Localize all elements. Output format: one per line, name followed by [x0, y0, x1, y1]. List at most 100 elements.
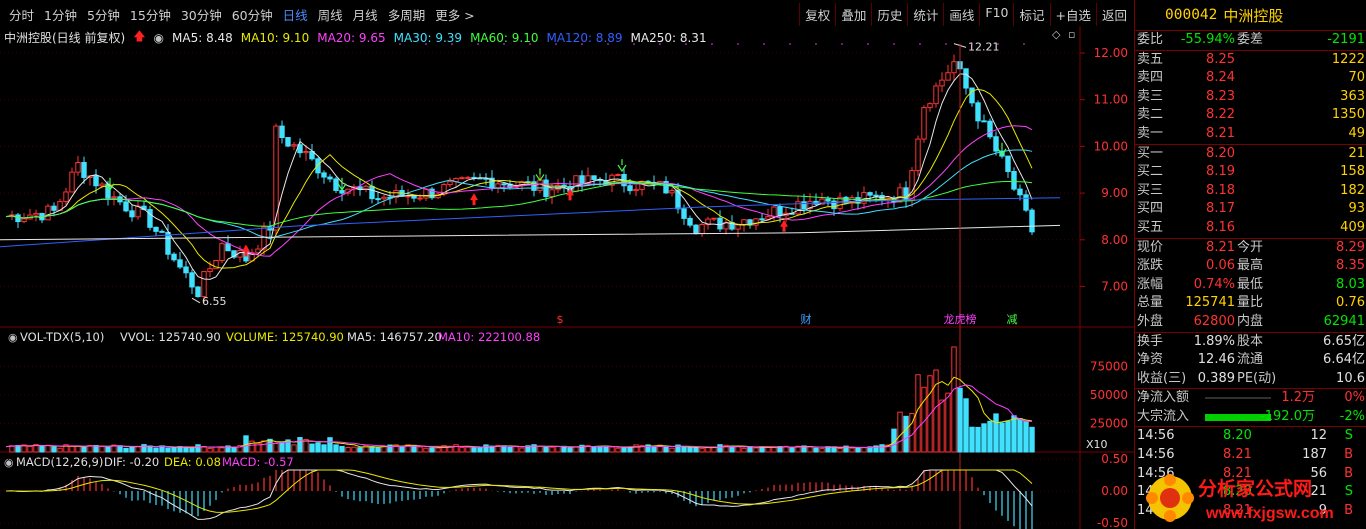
row-value: 0.389: [1197, 370, 1235, 386]
event-marker[interactable]: $: [557, 313, 564, 326]
candle-body: [423, 188, 429, 199]
candle-body: [111, 196, 117, 199]
candle-body: [993, 136, 999, 152]
sell-level: 卖三 8.23 363: [1135, 88, 1366, 107]
macd-legend-item: DIF: -0.20: [104, 455, 159, 469]
event-marker[interactable]: 减: [1007, 313, 1018, 326]
price-tick-label: 11.00: [1094, 93, 1128, 107]
candle-body: [69, 171, 75, 193]
row-value: 10.6: [1336, 370, 1365, 386]
toolbar-button[interactable]: 画线: [943, 3, 979, 26]
row-value: 8.19: [1206, 164, 1235, 180]
settings-circle-icon[interactable]: ◉: [154, 31, 164, 45]
row-value: 8.03: [1336, 276, 1365, 292]
row-label: 内盘: [1237, 313, 1264, 329]
diamond-icon[interactable]: ◇: [1052, 28, 1061, 41]
weicha-value: -2191: [1327, 32, 1365, 47]
candle-body: [411, 195, 417, 199]
tick-volume: 12: [1310, 428, 1327, 444]
chart-title: 中洲控股(日线 前复权): [4, 31, 126, 45]
candle-body: [177, 259, 183, 268]
event-marker[interactable]: 财: [801, 312, 812, 326]
period-tab[interactable]: 日线: [278, 5, 313, 24]
candle-body: [579, 175, 585, 185]
volume-bar: [975, 426, 981, 453]
period-tab[interactable]: 更多 >: [430, 5, 479, 24]
toolbar-button[interactable]: +自选: [1049, 3, 1096, 26]
toolbar-button[interactable]: 统计: [907, 3, 943, 26]
vol-tick-label: 75000: [1090, 359, 1128, 373]
candle-body: [21, 218, 27, 223]
volume-bar: [345, 446, 351, 453]
quote-stat-row: 现价 8.21 今开 8.29: [1135, 239, 1366, 258]
period-tab[interactable]: 30分钟: [176, 5, 227, 24]
macd-legend-item: MACD: -0.57: [222, 455, 294, 469]
candle-body: [549, 189, 555, 197]
candle-body: [693, 224, 699, 235]
row-value: 8.18: [1206, 182, 1235, 198]
candle-body: [189, 272, 195, 288]
row-value: 363: [1340, 88, 1365, 104]
vol-unit-label: X10: [1086, 438, 1108, 451]
row-label: 买四: [1137, 201, 1164, 217]
toolbar-button[interactable]: 标记: [1013, 3, 1049, 26]
toolbar-button[interactable]: 叠加: [835, 3, 871, 26]
volume-bar: [333, 444, 339, 453]
volume-bar: [933, 369, 939, 453]
volume-bar: [399, 446, 405, 453]
row-label: 卖四: [1137, 70, 1164, 86]
volume-bar: [741, 447, 747, 453]
flow-value: -192.0万: [1260, 408, 1315, 424]
toolbar-button[interactable]: F10: [979, 3, 1013, 26]
macd-settings-icon[interactable]: ◉: [4, 456, 14, 469]
volume-bar: [417, 446, 423, 453]
price-tick-label: 10.00: [1094, 139, 1128, 153]
quote-panel: 000042 中洲控股 委比 -55.94% 委差 -2191 卖五 8.25 12…: [1134, 0, 1366, 529]
period-tab[interactable]: 分时: [4, 5, 39, 24]
period-tab[interactable]: 15分钟: [125, 5, 176, 24]
expand-icon[interactable]: ▫: [1068, 28, 1075, 41]
volume-bar: [351, 446, 357, 453]
row-label: 收益(三): [1137, 370, 1187, 386]
candle-body: [669, 189, 675, 194]
volume-bar: [687, 447, 693, 453]
period-tab[interactable]: 多周期: [383, 5, 431, 24]
flow-value: 1.2万: [1281, 390, 1315, 406]
flow-bar: [1205, 397, 1271, 400]
toolbar-button[interactable]: 历史: [871, 3, 907, 26]
weibi-row: 委比 -55.94% 委差 -2191: [1135, 31, 1366, 51]
candle-body: [207, 268, 213, 273]
candle-body: [777, 206, 783, 217]
vol-settings-icon[interactable]: ◉: [8, 331, 18, 344]
period-tab[interactable]: 1分钟: [39, 5, 82, 24]
volume-bar: [627, 446, 633, 453]
volume-bar: [327, 437, 333, 453]
row-value: 0.74%: [1193, 276, 1235, 292]
period-tab[interactable]: 月线: [348, 5, 383, 24]
row-label: 涨跌: [1137, 258, 1164, 274]
volume-bar: [69, 445, 75, 453]
event-marker[interactable]: 龙虎榜: [944, 312, 977, 326]
low-label: 6.55: [202, 295, 227, 308]
candle-body: [417, 197, 423, 200]
candle-body: [159, 230, 165, 233]
candle-body: [501, 183, 507, 186]
toolbar-button[interactable]: 复权: [799, 3, 835, 26]
period-tab[interactable]: 周线: [313, 5, 348, 24]
volume-bar: [279, 442, 285, 453]
tick-row: 14:56 8.20 12 S: [1135, 427, 1366, 446]
toolbar-button[interactable]: 返回: [1095, 3, 1132, 26]
price-tick-label: 9.00: [1101, 186, 1128, 200]
row-value: 182: [1340, 182, 1365, 198]
row-value: 0.06: [1206, 258, 1235, 274]
period-tab[interactable]: 60分钟: [227, 5, 278, 24]
candle-body: [759, 218, 765, 221]
kline-chart[interactable]: 12.00 11.00 10.00 9.00 8.00 7.00 12.21 6.55 $ 财 龙虎…: [0, 26, 1134, 529]
volume-bar: [321, 444, 327, 453]
tick-row: 14:56 8.21 187 B: [1135, 446, 1366, 465]
volume-bar: [633, 444, 639, 453]
candle-body: [63, 191, 69, 203]
volume-bar: [615, 447, 621, 453]
period-tab[interactable]: 5分钟: [82, 5, 125, 24]
candle-body: [717, 217, 723, 230]
